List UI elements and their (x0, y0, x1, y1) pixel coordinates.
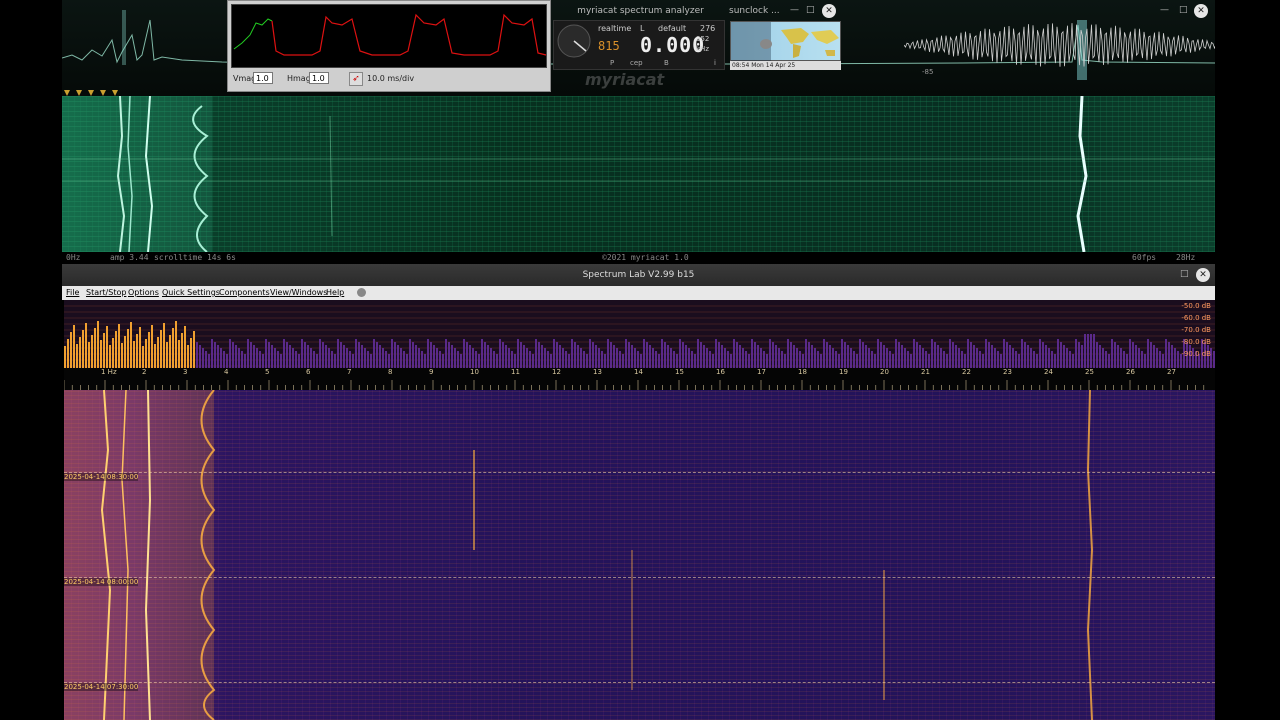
axis-tick-label: 4 (224, 368, 229, 376)
status-scroll: scrolltime 14s 6s (154, 253, 236, 262)
axis-tick-label: 10 (470, 368, 479, 376)
db-label-3: -70.0 dB (1181, 326, 1211, 334)
sunclock-maximize-icon[interactable]: □ (806, 5, 815, 15)
close-icon[interactable]: ✕ (1194, 4, 1208, 18)
status-amp: amp 3.44 (110, 253, 149, 262)
oscilloscope-controls: Vmag Hmag ➶ 10.0 ms/div (231, 71, 547, 89)
small-value: 815 (598, 39, 620, 53)
timestamp-1: 2025-04-14 08:30:00 (64, 473, 139, 481)
axis-tick-label: 22 (962, 368, 971, 376)
waterfall-time-line-3 (64, 682, 1215, 683)
sl-close-icon[interactable]: ✕ (1196, 268, 1210, 282)
axis-tick-label: 17 (757, 368, 766, 376)
myriacat-logo: myriacat (585, 70, 665, 89)
db-label-4: -80.0 dB (1181, 338, 1211, 346)
sl-maximize-icon[interactable]: □ (1180, 269, 1189, 279)
waterfall-time-line-2 (64, 577, 1215, 578)
maximize-icon[interactable]: □ (1179, 5, 1188, 15)
peak-label: -85 (922, 68, 934, 76)
value-b: 352 (696, 35, 710, 43)
cursor-tool-icon[interactable]: ➶ (349, 72, 363, 86)
timestamp-3: 2025-04-14 07:30:00 (64, 683, 139, 691)
axis-tick-label: 15 (675, 368, 684, 376)
hmag-input[interactable] (309, 72, 329, 84)
menu-help[interactable]: Help (326, 288, 344, 297)
axis-tick-label: 6 (306, 368, 311, 376)
spectrum-lab-window: Spectrum Lab V2.99 b15 □ ✕ File Start/St… (62, 264, 1215, 720)
status-indicator-icon (357, 288, 366, 297)
btn-cep[interactable]: cep (630, 59, 643, 67)
btn-b[interactable]: B (664, 59, 669, 67)
axis-tick-label: 12 (552, 368, 561, 376)
status-left: 0Hz (66, 253, 81, 262)
spectrum-lab-spectrum[interactable]: -50.0 dB -60.0 dB -70.0 dB -80.0 dB -90.… (64, 300, 1215, 368)
oscilloscope-screen (231, 4, 547, 68)
minimize-icon[interactable]: — (1160, 5, 1169, 15)
axis-tick-label: 19 (839, 368, 848, 376)
axis-tick-label: 20 (880, 368, 889, 376)
axis-tick-label: 8 (388, 368, 393, 376)
status-copyright: ©2021 myriacat 1.0 (602, 253, 689, 262)
axis-tick-label: 25 (1085, 368, 1094, 376)
axis-tick-label: 18 (798, 368, 807, 376)
status-fps: 60fps (1132, 253, 1157, 262)
waterfall-time-line-1 (64, 472, 1215, 473)
timestamp-2: 2025-04-14 08:00:00 (64, 578, 139, 586)
status-right: 28Hz (1176, 253, 1196, 262)
sunclock-minimize-icon[interactable]: — (790, 5, 799, 15)
world-map[interactable] (730, 21, 841, 62)
myriacat-title: myriacat spectrum analyzer (577, 6, 704, 16)
db-label-1: -50.0 dB (1181, 302, 1211, 310)
axis-tick-label: 5 (265, 368, 270, 376)
axis-tick-label: 27 (1167, 368, 1176, 376)
spectrum-lab-menubar: File Start/Stop Options Quick Settings C… (62, 286, 1215, 300)
hmag-label: Hmag (287, 74, 311, 83)
timebase-label: 10.0 ms/div (367, 74, 415, 83)
menu-file[interactable]: File (66, 288, 79, 297)
axis-tick-label: 24 (1044, 368, 1053, 376)
db-label-2: -60.0 dB (1181, 314, 1211, 322)
menu-start-stop[interactable]: Start/Stop (86, 288, 126, 297)
sunclock-close-icon[interactable]: ✕ (822, 4, 836, 18)
db-label-5: -90.0 dB (1181, 350, 1211, 358)
menu-quick-settings[interactable]: Quick Settings (162, 288, 220, 297)
axis-tick-label: 13 (593, 368, 602, 376)
unit-label: kHz (696, 45, 709, 53)
channel-label: L (640, 24, 645, 33)
menu-view-windows[interactable]: View/Windows (270, 288, 327, 297)
myriacat-control-panel: realtime L default 276 815 0.000 352 kHz… (553, 20, 725, 70)
myriacat-waterfall[interactable] (62, 96, 1215, 252)
axis-tick-label: 2 (142, 368, 147, 376)
sunclock-title-text: sunclock ... (729, 6, 780, 16)
axis-tick-label: 16 (716, 368, 725, 376)
axis-tick-label: 1 Hz (101, 368, 117, 376)
dial-icon[interactable] (556, 23, 592, 59)
axis-tick-label: 7 (347, 368, 352, 376)
axis-tick-label: 11 (511, 368, 520, 376)
value-a: 276 (700, 24, 716, 33)
axis-tick-label: 21 (921, 368, 930, 376)
menu-components[interactable]: Components (219, 288, 270, 297)
spectrum-lab-waterfall[interactable]: 2025-04-14 08:30:00 2025-04-14 08:00:00 … (64, 390, 1215, 720)
frequency-axis: 1 Hz 2 3 4 5 6 7 8 9 10 11 12 13 14 15 16 17 18 19 20 21 22 23… (64, 368, 1215, 390)
btn-p[interactable]: P (610, 59, 614, 67)
sunclock-status: 08:54 Mon 14 Apr 25 (730, 61, 841, 70)
axis-tick-label: 3 (183, 368, 188, 376)
oscilloscope-window: Vmag Hmag ➶ 10.0 ms/div (227, 0, 551, 92)
axis-tick-label: 23 (1003, 368, 1012, 376)
mode-label: realtime (598, 24, 632, 33)
audio-waveform (904, 23, 1215, 67)
menu-options[interactable]: Options (128, 288, 159, 297)
vmag-input[interactable] (253, 72, 273, 84)
spectrum-lab-title: Spectrum Lab V2.99 b15 (582, 270, 695, 280)
axis-tick-label: 26 (1126, 368, 1135, 376)
axis-tick-label: 9 (429, 368, 434, 376)
spectrum-lab-titlebar: Spectrum Lab V2.99 b15 □ ✕ (62, 264, 1215, 286)
btn-info[interactable]: i (714, 59, 716, 67)
myriacat-statusbar: 0Hz amp 3.44 scrolltime 14s 6s ©2021 myr… (62, 252, 1215, 264)
preset-label: default (658, 24, 687, 33)
axis-tick-label: 14 (634, 368, 643, 376)
